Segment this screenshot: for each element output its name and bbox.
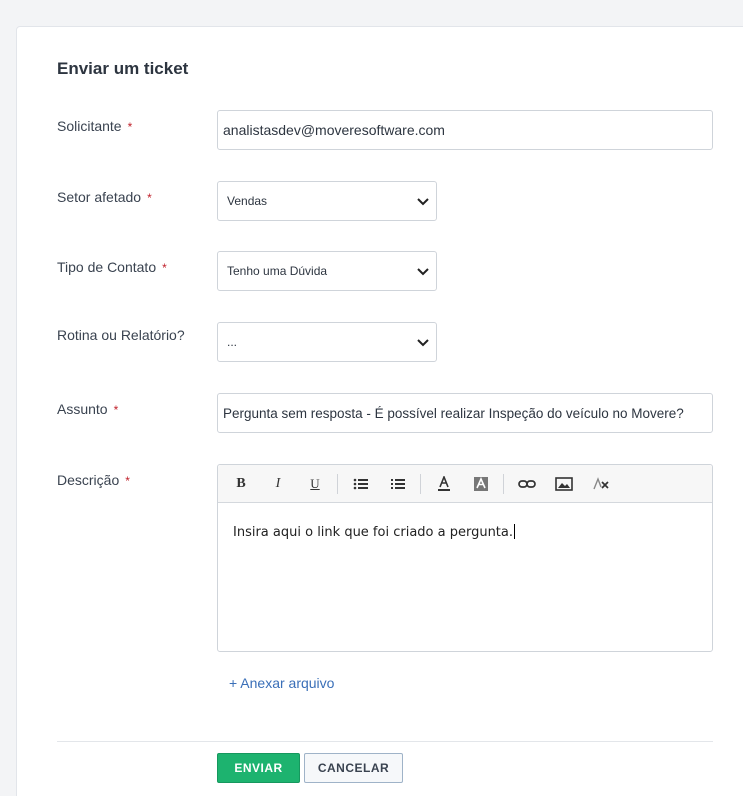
sector-label: Setor afetado * xyxy=(57,189,152,205)
page-title: Enviar um ticket xyxy=(57,59,189,78)
text-color-icon[interactable] xyxy=(429,471,459,497)
required-mark: * xyxy=(147,191,152,205)
requester-label: Solicitante * xyxy=(57,118,133,134)
numbered-list-icon[interactable] xyxy=(383,471,413,497)
cancel-button[interactable]: CANCELAR xyxy=(304,753,403,783)
routine-select[interactable]: ... xyxy=(217,322,437,362)
chevron-down-icon xyxy=(417,339,429,347)
sector-select[interactable]: Vendas xyxy=(217,181,437,221)
required-mark: * xyxy=(127,120,133,134)
chevron-down-icon xyxy=(417,268,429,276)
clear-format-icon[interactable] xyxy=(586,471,616,497)
routine-label: Rotina ou Relatório? xyxy=(57,327,185,343)
divider xyxy=(57,741,713,742)
description-text[interactable]: Insira aqui o link que foi criado a perg… xyxy=(218,503,712,561)
bullet-list-icon[interactable] xyxy=(346,471,376,497)
attach-file-link[interactable]: + Anexar arquivo xyxy=(229,675,334,691)
background-color-icon[interactable] xyxy=(466,471,496,497)
italic-icon[interactable]: I xyxy=(263,471,293,497)
requester-input[interactable]: analistasdev@moveresoftware.com xyxy=(217,110,713,150)
toolbar-divider xyxy=(503,473,504,494)
chevron-down-icon xyxy=(417,198,429,206)
subject-label: Assunto * xyxy=(57,401,119,417)
required-mark: * xyxy=(113,403,119,417)
contact-type-select[interactable]: Tenho uma Dúvida xyxy=(217,251,437,291)
submit-button[interactable]: ENVIAR xyxy=(217,753,300,783)
subject-input[interactable]: Pergunta sem resposta - É possível reali… xyxy=(217,393,713,433)
description-editor[interactable]: B I U Insira aqui o link que foi criado … xyxy=(217,464,713,652)
required-mark: * xyxy=(162,261,167,275)
description-label: Descrição * xyxy=(57,472,130,488)
toolbar-divider xyxy=(337,473,338,494)
required-mark: * xyxy=(125,474,130,488)
link-icon[interactable] xyxy=(512,471,542,497)
underline-icon[interactable]: U xyxy=(300,471,330,497)
text-caret xyxy=(514,524,516,539)
editor-toolbar: B I U xyxy=(218,465,712,503)
contact-type-label: Tipo de Contato * xyxy=(57,259,167,275)
image-icon[interactable] xyxy=(549,471,579,497)
bold-icon[interactable]: B xyxy=(226,471,256,497)
ticket-form-card: Enviar um ticket Solicitante * analistasd… xyxy=(16,26,743,796)
toolbar-divider xyxy=(420,473,421,494)
